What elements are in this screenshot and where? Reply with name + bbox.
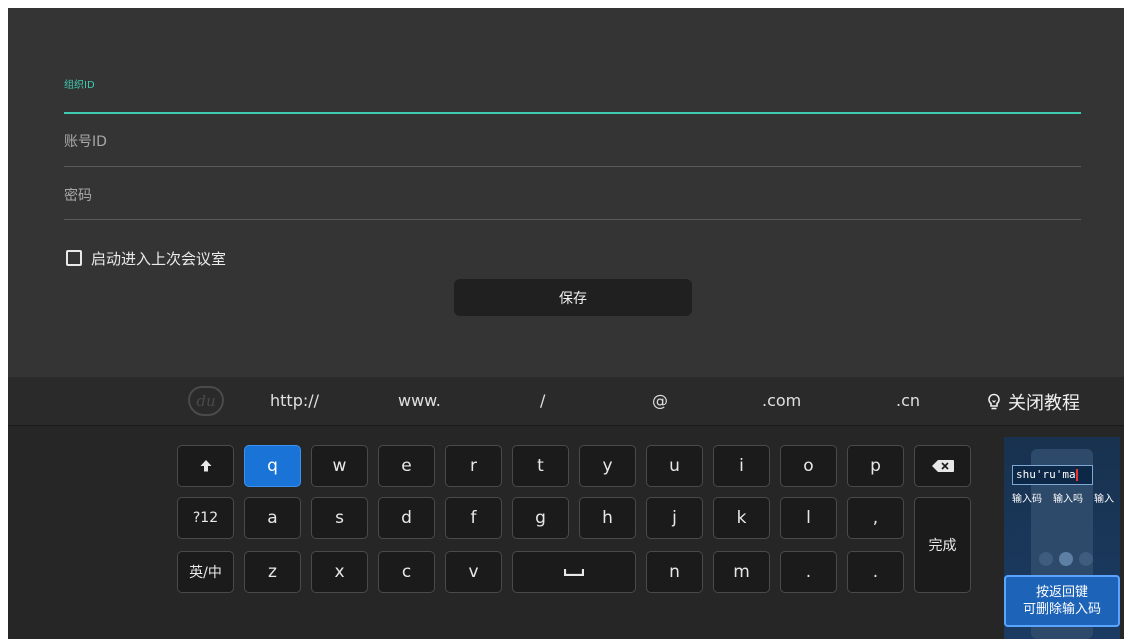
hint-line-1: 按返回键 (1035, 585, 1088, 600)
key-k[interactable]: k (713, 497, 770, 539)
org-id-label: 组织ID (64, 80, 95, 91)
key-c[interactable]: c (378, 551, 435, 593)
caret (1075, 469, 1078, 481)
org-id-field[interactable]: 组织ID (64, 64, 1081, 114)
lightbulb-icon (988, 393, 1000, 410)
key-z[interactable]: z (244, 551, 301, 593)
remember-room-label: 启动进入上次会议室 (91, 249, 227, 268)
key-j[interactable]: j (646, 497, 703, 539)
key-u[interactable]: u (646, 445, 703, 487)
key-x[interactable]: x (311, 551, 368, 593)
quick-input-at[interactable]: @ (652, 391, 668, 410)
key-d[interactable]: d (378, 497, 435, 539)
shift-key[interactable] (177, 445, 234, 487)
key-t[interactable]: t (512, 445, 569, 487)
key-r[interactable]: r (445, 445, 502, 487)
candidate-item: 输入码 (1012, 494, 1042, 505)
key-n[interactable]: m (713, 551, 770, 593)
close-tutorial-label: 关闭教程 (1008, 393, 1080, 414)
remember-room-checkbox[interactable]: 启动进入上次会议室 (66, 248, 226, 268)
password-field[interactable]: 密码 (64, 179, 1081, 220)
key-m[interactable]: . (780, 551, 837, 593)
account-id-label: 账号ID (64, 134, 107, 150)
remote-dot-icon (1059, 552, 1073, 566)
lang-label-main: 英/ (189, 565, 208, 581)
language-switch-key[interactable]: 英/中 (177, 551, 234, 593)
candidate-item: 输入 (1094, 494, 1114, 505)
key-g[interactable]: g (512, 497, 569, 539)
checkbox-icon[interactable] (66, 250, 82, 266)
key-q[interactable]: q (244, 445, 301, 487)
key-b[interactable]: n (646, 551, 703, 593)
space-bar-icon (564, 569, 584, 576)
settings-screen: 组织ID 账号ID 密码 启动进入上次会议室 保存 du http:// www… (8, 8, 1124, 639)
quick-input-www[interactable]: www. (398, 391, 441, 410)
tutorial-overlay: shu'ru'ma 输入码 输入吗 输入 按返回键 可删除输入码 (1004, 437, 1120, 639)
du-logo-icon: du (188, 386, 224, 416)
key-o[interactable]: o (780, 445, 837, 487)
key-h[interactable]: h (579, 497, 636, 539)
key-i[interactable]: i (713, 445, 770, 487)
account-id-field[interactable]: 账号ID (64, 126, 1081, 167)
key-p[interactable]: p (847, 445, 904, 487)
arrow-up-icon (200, 460, 211, 472)
candidate-panel: shu'ru'ma 输入码 输入吗 输入 (1012, 465, 1120, 515)
key-f[interactable]: f (445, 497, 502, 539)
key-y[interactable]: y (579, 445, 636, 487)
composition-input: shu'ru'ma (1012, 465, 1093, 485)
remote-dot-icon (1079, 552, 1093, 566)
password-label: 密码 (64, 188, 92, 204)
space-key[interactable] (512, 551, 636, 593)
soft-keyboard: du http:// www. / @ .com .cn 关闭教程 q w e … (8, 377, 1124, 639)
key-e[interactable]: e (378, 445, 435, 487)
key-v[interactable]: v (445, 551, 502, 593)
backspace-icon (931, 460, 954, 472)
key-a[interactable]: a (244, 497, 301, 539)
close-tutorial-button[interactable]: 关闭教程 (986, 389, 1080, 415)
backspace-key[interactable] (914, 445, 971, 487)
key-s[interactable]: s (311, 497, 368, 539)
quick-input-com[interactable]: .com (762, 391, 801, 410)
numeric-key[interactable]: ?12 (177, 497, 234, 539)
quick-input-bar: du http:// www. / @ .com .cn 关闭教程 (8, 377, 1124, 426)
key-comma[interactable]: , (847, 497, 904, 539)
key-period[interactable]: . (847, 551, 904, 593)
lang-label-sub: 中 (207, 565, 222, 581)
remote-dot-icon (1039, 552, 1053, 566)
quick-input-slash[interactable]: / (540, 391, 545, 410)
candidate-item: 输入吗 (1053, 494, 1083, 505)
back-key-hint: 按返回键 可删除输入码 (1004, 575, 1120, 627)
key-l[interactable]: l (780, 497, 837, 539)
quick-input-http[interactable]: http:// (270, 391, 319, 410)
key-w[interactable]: w (311, 445, 368, 487)
quick-input-cn[interactable]: .cn (896, 391, 920, 410)
hint-line-2: 可删除输入码 (1022, 602, 1101, 617)
done-key[interactable]: 完成 (914, 497, 971, 593)
save-button[interactable]: 保存 (454, 279, 692, 316)
